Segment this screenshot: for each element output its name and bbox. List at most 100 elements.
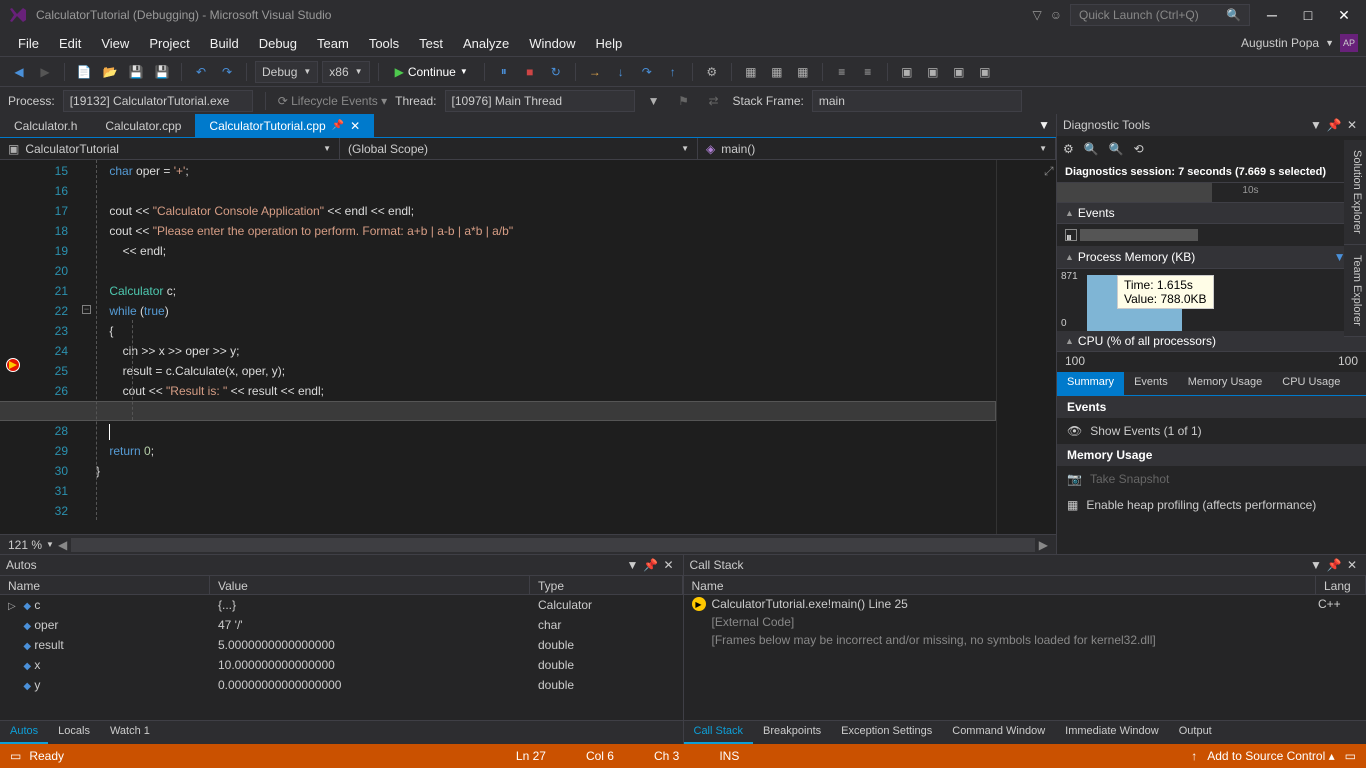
fold-toggle[interactable]: − [82,305,91,314]
show-events-link[interactable]: 👁 Show Events (1 of 1) [1057,418,1366,444]
side-tab-solution-explorer[interactable]: Solution Explorer [1344,140,1366,245]
toolbar-icon-3[interactable]: ▦ [766,61,788,83]
menu-tools[interactable]: Tools [359,32,409,55]
lifecycle-events[interactable]: ⟳ Lifecycle Events ▾ [278,94,387,108]
diag-tab-summary[interactable]: Summary [1057,372,1124,395]
menu-window[interactable]: Window [519,32,585,55]
cpu-section-header[interactable]: ▲CPU (% of all processors) [1057,331,1366,352]
memory-chart[interactable]: 871 871 0 0 Time: 1.615s Value: 788.0KB [1057,269,1366,331]
bottom-tab-call-stack[interactable]: Call Stack [684,721,754,744]
thread-dropdown[interactable]: [10976] Main Thread [445,90,635,112]
bottom-tab-watch-1[interactable]: Watch 1 [100,721,160,744]
breakpoint-current-line-icon[interactable] [6,358,20,372]
callstack-row[interactable]: [Frames below may be incorrect and/or mi… [684,631,1366,649]
panel-dropdown-icon[interactable]: ▼ [625,558,641,572]
notification-icon[interactable]: ▽ [1033,8,1042,22]
autos-row[interactable]: ◆ x10.000000000000000double [0,655,683,675]
show-next-statement-button[interactable]: → [584,61,606,83]
autos-row[interactable]: ◆ oper47 '/'char [0,615,683,635]
undo-button[interactable]: ↶ [190,61,212,83]
panel-close-icon[interactable]: ✕ [1344,558,1360,572]
save-all-button[interactable]: 💾 [151,61,173,83]
autos-row[interactable]: ◆ result5.0000000000000000double [0,635,683,655]
menu-help[interactable]: Help [586,32,633,55]
scroll-right-button[interactable]: ▶ [1039,538,1048,552]
diag-tab-memory-usage[interactable]: Memory Usage [1178,372,1273,395]
stop-button[interactable]: ■ [519,61,541,83]
zoom-in-icon[interactable]: 🔍 [1084,142,1099,156]
toolbar-icon-6[interactable]: ≡ [857,61,879,83]
gear-icon[interactable]: ⚙ [1063,142,1074,156]
panel-pin-icon[interactable]: 📌 [1326,558,1342,572]
nav-function-dropdown[interactable]: ◈ main() ▼ [698,138,1056,159]
menu-view[interactable]: View [91,32,139,55]
side-tab-team-explorer[interactable]: Team Explorer [1344,245,1366,337]
close-icon[interactable]: ✕ [350,119,360,133]
stackframe-dropdown[interactable]: main [812,90,1022,112]
bottom-tab-command-window[interactable]: Command Window [942,721,1055,744]
bottom-tab-autos[interactable]: Autos [0,721,48,744]
restart-button[interactable]: ↻ [545,61,567,83]
zoom-level[interactable]: 121 % [8,538,42,552]
menu-team[interactable]: Team [307,32,359,55]
source-control-button[interactable]: Add to Source Control ▴ [1207,749,1334,763]
step-into-button[interactable]: ↓ [610,61,632,83]
minimap[interactable]: ⤢ [996,160,1056,534]
quick-launch-input[interactable]: Quick Launch (Ctrl+Q) 🔍 [1070,4,1250,26]
zoom-out-icon[interactable]: 🔍 [1109,142,1124,156]
tabs-overflow-icon[interactable]: ▼ [1032,114,1056,137]
memory-section-header[interactable]: ▲Process Memory (KB) ▼ ● [1057,246,1366,269]
config-dropdown[interactable]: Debug▼ [255,61,318,83]
toolbar-icon-4[interactable]: ▦ [792,61,814,83]
take-snapshot-link[interactable]: 📷 Take Snapshot [1057,466,1366,492]
callstack-row[interactable]: [External Code] [684,613,1366,631]
outline-margin[interactable]: − [80,160,96,534]
panel-close-icon[interactable]: ✕ [1344,118,1360,132]
step-out-button[interactable]: ↑ [662,61,684,83]
panel-dropdown-icon[interactable]: ▼ [1308,558,1324,572]
platform-dropdown[interactable]: x86▼ [322,61,369,83]
cpu-chart[interactable]: 100 100 [1057,352,1366,372]
diag-tab-events[interactable]: Events [1124,372,1178,395]
menu-project[interactable]: Project [139,32,199,55]
tab-file[interactable]: CalculatorTutorial.cpp📌✕ [195,114,374,137]
panel-pin-icon[interactable]: 📌 [1326,118,1342,132]
bottom-tab-immediate-window[interactable]: Immediate Window [1055,721,1169,744]
minimize-button[interactable]: ─ [1258,3,1286,27]
continue-button[interactable]: ▶ Continue ▼ [387,63,476,81]
forward-button[interactable]: ▶ [34,61,56,83]
time-ruler[interactable]: 10s [1057,183,1366,203]
panel-pin-icon[interactable]: 📌 [643,558,659,572]
enable-heap-link[interactable]: ▦ Enable heap profiling (affects perform… [1057,492,1366,518]
autos-row[interactable]: ◆ y0.00000000000000000double [0,675,683,695]
tab-file[interactable]: Calculator.h [0,114,91,137]
menu-test[interactable]: Test [409,32,453,55]
notifications-icon[interactable]: ▭ [1345,749,1356,763]
reset-zoom-icon[interactable]: ⟲ [1134,142,1144,156]
menu-file[interactable]: File [8,32,49,55]
menu-analyze[interactable]: Analyze [453,32,519,55]
new-project-button[interactable]: 📄 [73,61,95,83]
toolbar-icon-5[interactable]: ≡ [831,61,853,83]
close-button[interactable]: ✕ [1330,3,1358,27]
toolbar-icon-7[interactable]: ▣ [896,61,918,83]
bottom-tab-breakpoints[interactable]: Breakpoints [753,721,831,744]
menu-debug[interactable]: Debug [249,32,307,55]
toolbar-icon-2[interactable]: ▦ [740,61,762,83]
callstack-row[interactable]: ▶CalculatorTutorial.exe!main() Line 25C+… [684,595,1366,613]
bottom-tab-locals[interactable]: Locals [48,721,100,744]
save-button[interactable]: 💾 [125,61,147,83]
publish-icon[interactable]: ↑ [1191,749,1197,763]
stack-icon[interactable]: ⇄ [703,90,725,112]
redo-button[interactable]: ↷ [216,61,238,83]
feedback-icon[interactable]: ☺ [1050,8,1062,22]
nav-scope-dropdown[interactable]: (Global Scope) ▼ [340,138,698,159]
toolbar-icon-9[interactable]: ▣ [948,61,970,83]
break-all-button[interactable]: ⏸ [493,61,515,83]
scroll-left-button[interactable]: ◀ [58,538,67,552]
horizontal-scrollbar[interactable] [71,538,1035,552]
maximize-button[interactable]: □ [1294,3,1322,27]
nav-project-dropdown[interactable]: ▣ CalculatorTutorial ▼ [0,138,340,159]
panel-close-icon[interactable]: ✕ [661,558,677,572]
panel-dropdown-icon[interactable]: ▼ [1308,118,1324,132]
